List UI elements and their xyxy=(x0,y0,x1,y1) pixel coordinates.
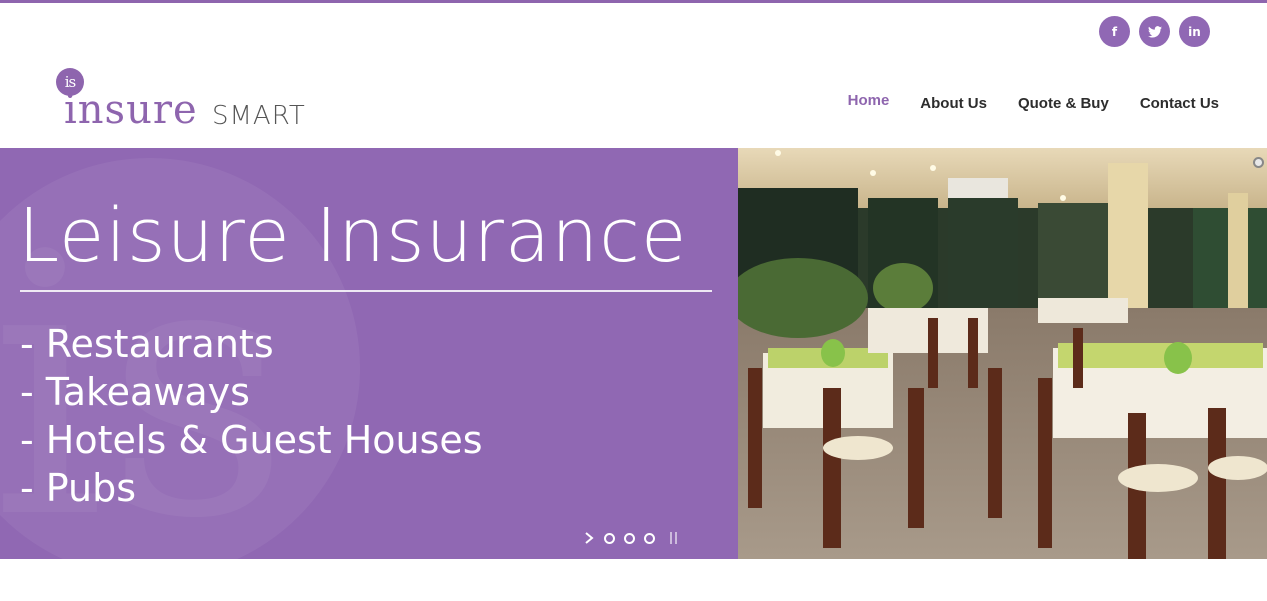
chevron-right-icon[interactable] xyxy=(583,531,595,545)
twitter-icon xyxy=(1147,25,1162,38)
hero-list-item: - Takeaways xyxy=(20,370,250,414)
main-nav: Home About Us Quote & Buy Contact Us xyxy=(848,91,1219,114)
slider-controls xyxy=(583,531,680,545)
nav-about-us[interactable]: About Us xyxy=(920,94,987,114)
social-links: f in xyxy=(1099,16,1210,47)
slider-toggle-knob[interactable] xyxy=(1253,157,1264,168)
insuresmart-logo[interactable]: is insure SMART xyxy=(56,68,326,134)
hero-list-item: - Pubs xyxy=(20,466,137,510)
hero-divider xyxy=(20,290,712,292)
linkedin-icon: in xyxy=(1188,24,1201,39)
linkedin-button[interactable]: in xyxy=(1179,16,1210,47)
facebook-button[interactable]: f xyxy=(1099,16,1130,47)
hero-slider: is Leisure Insurance - Restaurants - Tak… xyxy=(0,148,1267,559)
hero-list-item: - Restaurants xyxy=(20,322,274,366)
facebook-icon: f xyxy=(1111,24,1118,39)
slide-dot-3[interactable] xyxy=(644,532,655,544)
logo-word-smart: SMART xyxy=(212,101,306,131)
hero-title: Leisure Insurance xyxy=(18,193,688,279)
nav-quote-buy[interactable]: Quote & Buy xyxy=(1018,94,1109,114)
nav-home[interactable]: Home xyxy=(848,91,890,114)
top-accent-bar xyxy=(0,0,1267,3)
twitter-button[interactable] xyxy=(1139,16,1170,47)
pause-icon[interactable] xyxy=(670,532,680,544)
restaurant-illustration xyxy=(738,148,1267,559)
slide-dot-1[interactable] xyxy=(604,532,615,544)
slide-dot-2[interactable] xyxy=(624,532,635,544)
hero-text-panel: is Leisure Insurance - Restaurants - Tak… xyxy=(0,148,738,559)
restaurant-photo xyxy=(738,148,1267,559)
hero-list-item: - Hotels & Guest Houses xyxy=(20,418,483,462)
logo-word-insure: insure xyxy=(64,87,198,133)
hero-list: - Restaurants - Takeaways - Hotels & Gue… xyxy=(20,320,483,512)
nav-contact-us[interactable]: Contact Us xyxy=(1140,94,1219,114)
